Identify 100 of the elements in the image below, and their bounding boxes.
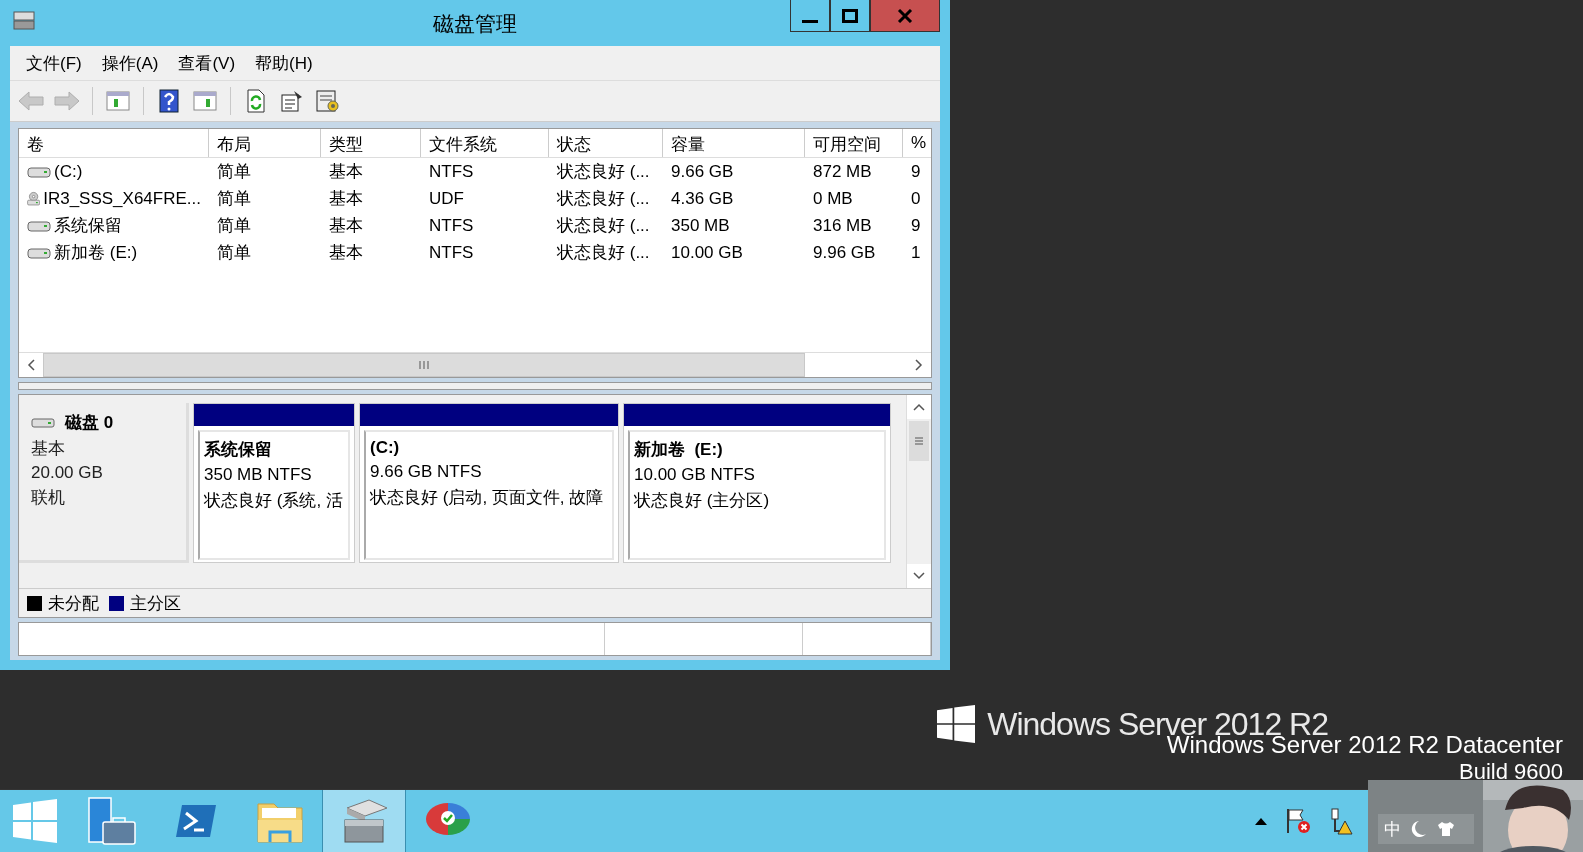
column-header[interactable]: 类型 xyxy=(321,129,421,157)
server-toolbox-icon xyxy=(87,796,137,847)
table-cell-text: 基本 xyxy=(329,161,363,183)
partition-status: 状态良好 (主分区) xyxy=(634,490,771,512)
table-cell-text: 系统保留 xyxy=(54,215,122,237)
table-cell: 9 xyxy=(911,161,921,182)
grip-icon xyxy=(914,436,924,446)
help-icon xyxy=(159,89,179,113)
windows-logo-icon xyxy=(937,705,976,744)
table-cell: 872 MB xyxy=(813,161,872,182)
partition-status: 状态良好 (系统, 活 xyxy=(204,490,344,512)
minimize-icon xyxy=(802,20,818,23)
refresh-icon xyxy=(246,89,266,113)
moon-icon[interactable] xyxy=(1411,820,1427,838)
grip-icon xyxy=(418,360,430,370)
menu-item[interactable]: 帮助(H) xyxy=(247,49,321,77)
column-header[interactable]: 状态 xyxy=(549,129,663,157)
build-text: Build 9600 xyxy=(1459,759,1563,786)
table-cell: 0 xyxy=(911,188,921,209)
table-cell-text: 简单 xyxy=(217,188,251,210)
partition-block[interactable]: 新加卷 (E:) 10.00 GB NTFS 状态良好 (主分区) xyxy=(623,403,891,563)
table-cell: (C:) xyxy=(54,161,83,182)
scroll-down-button[interactable] xyxy=(907,564,931,588)
disk-status: 联机 xyxy=(31,487,66,509)
chevron-left-icon xyxy=(27,359,35,371)
partition-block[interactable]: (C:) 9.66 GB NTFS 状态良好 (启动, 页面文件, 故障 xyxy=(359,403,619,563)
partition-size: 350 MB NTFS xyxy=(204,465,313,485)
partition-status: 状态良好 (启动, 页面文件, 故障 xyxy=(370,487,605,509)
column-header[interactable]: 文件系统 xyxy=(421,129,549,157)
disk-size: 20.00 GB xyxy=(31,463,104,483)
drive-icon xyxy=(27,245,51,260)
partition-size: 9.66 GB NTFS xyxy=(370,462,483,482)
column-header[interactable]: 布局 xyxy=(209,129,321,157)
chevron-right-icon xyxy=(915,359,923,371)
table-cell-text: 状态良好 (... xyxy=(557,215,650,237)
window-title: 磁盘管理 xyxy=(433,11,517,37)
partition-title: 系统保留 xyxy=(204,439,273,461)
scroll-up-button[interactable] xyxy=(907,395,931,419)
drive-icon xyxy=(31,416,55,429)
partition-title: 新加卷 (E:) xyxy=(634,439,724,461)
table-cell: NTFS xyxy=(429,242,474,263)
table-cell-text: 状态良好 (... xyxy=(557,242,650,264)
table-cell: 9.66 GB xyxy=(671,161,734,182)
panel-icon xyxy=(193,90,217,112)
column-header[interactable]: 卷 xyxy=(19,129,209,157)
legend-label: 主分区 xyxy=(130,592,181,615)
windows-logo-icon xyxy=(13,799,57,844)
partition-size: 10.00 GB NTFS xyxy=(634,465,756,485)
table-cell-text: 简单 xyxy=(217,161,251,183)
terminal-icon xyxy=(174,803,218,840)
scrollbar-thumb[interactable] xyxy=(909,421,929,461)
table-cell-text: 基本 xyxy=(329,242,363,264)
flag-icon[interactable] xyxy=(1285,807,1311,836)
splitter-bar[interactable] xyxy=(18,382,932,390)
menu-item[interactable]: 操作(A) xyxy=(93,49,167,77)
properties-icon xyxy=(280,89,304,113)
table-cell: 4.36 GB xyxy=(671,188,734,209)
drive-icon xyxy=(27,164,51,179)
menu-item[interactable]: 查看(V) xyxy=(170,49,244,77)
table-cell: NTFS xyxy=(429,161,474,182)
table-cell: UDF xyxy=(429,188,464,209)
table-cell-text: 简单 xyxy=(217,215,251,237)
menu-item[interactable]: 文件(F) xyxy=(18,49,90,77)
partition-block[interactable]: 系统保留 350 MB NTFS 状态良好 (系统, 活 xyxy=(193,403,355,563)
table-cell: 9 xyxy=(911,215,921,236)
table-cell-text: 基本 xyxy=(329,188,363,210)
forward-arrow-icon xyxy=(54,91,80,111)
table-cell-text: 基本 xyxy=(329,215,363,237)
scrollbar-thumb[interactable] xyxy=(43,353,805,377)
shirt-icon[interactable] xyxy=(1437,821,1455,837)
table-cell: 0 MB xyxy=(813,188,853,209)
close-button[interactable] xyxy=(870,0,940,32)
minimize-button[interactable] xyxy=(790,0,830,32)
disk-app-icon xyxy=(12,8,36,32)
table-cell: 9.96 GB xyxy=(813,242,876,263)
column-header[interactable]: % xyxy=(903,129,931,157)
drive-icon xyxy=(27,218,51,233)
table-cell-text: 状态良好 (... xyxy=(557,161,650,183)
table-cell-text: 简单 xyxy=(217,242,251,264)
close-icon xyxy=(897,8,913,23)
table-cell: NTFS xyxy=(429,215,474,236)
column-header[interactable]: 可用空间 xyxy=(805,129,903,157)
maximize-button[interactable] xyxy=(830,0,870,32)
panel-icon xyxy=(106,90,130,112)
chevron-down-icon xyxy=(913,572,925,580)
settings-icon xyxy=(315,89,341,113)
table-cell: IR3_SSS_X64FRE... xyxy=(43,188,201,209)
taskbar-app-button[interactable] xyxy=(322,790,406,852)
network-warning-icon[interactable] xyxy=(1329,807,1353,836)
table-cell-text: 状态良好 (... xyxy=(557,188,650,210)
partition-title: (C:) xyxy=(370,438,401,458)
show-hidden-icons-button[interactable] xyxy=(1255,817,1267,826)
back-arrow-icon xyxy=(18,91,44,111)
column-header[interactable]: 容量 xyxy=(663,129,805,157)
table-cell-text: 新加卷 (E:) xyxy=(54,242,138,264)
chevron-up-icon xyxy=(913,403,925,411)
table-cell: 10.00 GB xyxy=(671,242,743,263)
disk-type: 基本 xyxy=(31,438,66,460)
legend-label: 未分配 xyxy=(48,592,99,615)
table-cell: 350 MB xyxy=(671,215,730,236)
